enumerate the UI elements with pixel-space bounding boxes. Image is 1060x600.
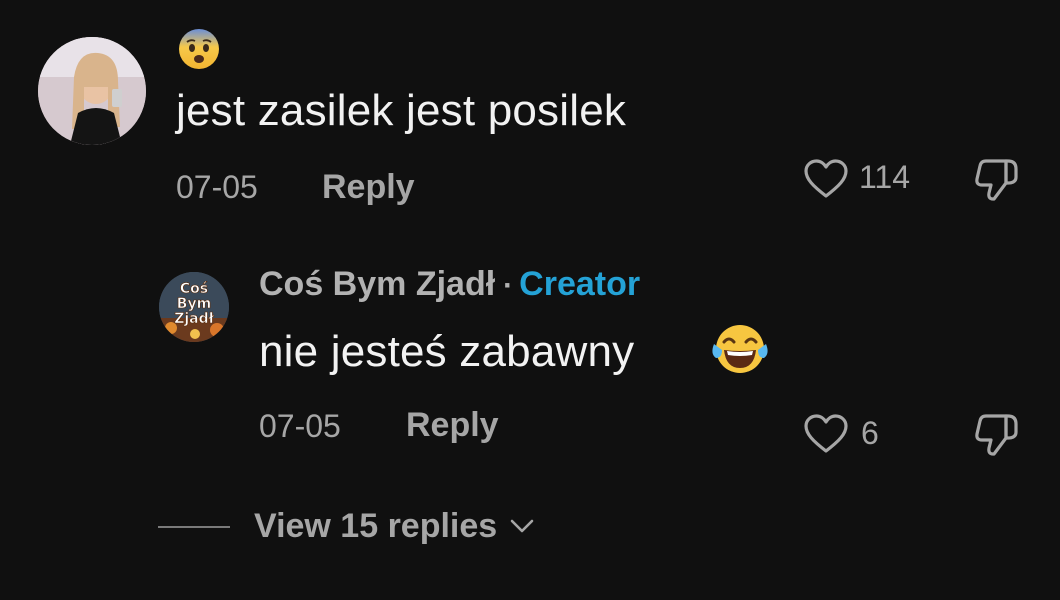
reply-button[interactable]: Reply — [322, 170, 415, 204]
avatar-logo-line1: Coś — [180, 281, 208, 297]
reply-text: nie jesteś zabawny — [259, 327, 635, 376]
thumbs-down-icon[interactable] — [972, 155, 1020, 203]
creator-avatar[interactable]: Coś Bym Zjadł — [159, 272, 229, 342]
commenter-avatar[interactable] — [38, 37, 146, 145]
view-replies-button[interactable]: View 15 replies — [254, 509, 535, 543]
reply-like-count: 6 — [861, 415, 879, 451]
avatar-logo-line2: Bym — [177, 296, 211, 312]
avatar-logo-line3: Zjadł — [174, 311, 214, 327]
view-replies-label: View 15 replies — [254, 507, 498, 545]
author-separator: · — [503, 269, 514, 302]
tears-of-joy-emoji-icon — [710, 322, 770, 376]
chevron-down-icon — [510, 519, 534, 533]
reply-reply-button[interactable]: Reply — [406, 408, 499, 442]
heart-outline-icon[interactable] — [803, 413, 849, 455]
like-count: 114 — [859, 159, 911, 195]
avatar-photo-icon — [38, 37, 146, 145]
heart-outline-icon[interactable] — [803, 158, 849, 200]
creator-badge: Creator — [519, 265, 641, 303]
thread-divider-line — [158, 526, 230, 528]
reply-date: 07-05 — [259, 408, 341, 444]
reply-author-name[interactable]: Coś Bym Zjadł — [259, 267, 495, 301]
comment-thread: jest zasilek jest posilek 07-05 Reply 11… — [0, 0, 1060, 600]
comment-date: 07-05 — [176, 169, 258, 205]
reply-author-row: Coś Bym Zjadł · Creator — [259, 267, 640, 301]
face-screaming-emoji-icon — [178, 28, 220, 70]
thumbs-down-icon[interactable] — [972, 410, 1020, 458]
comment-text: jest zasilek jest posilek — [176, 86, 627, 135]
